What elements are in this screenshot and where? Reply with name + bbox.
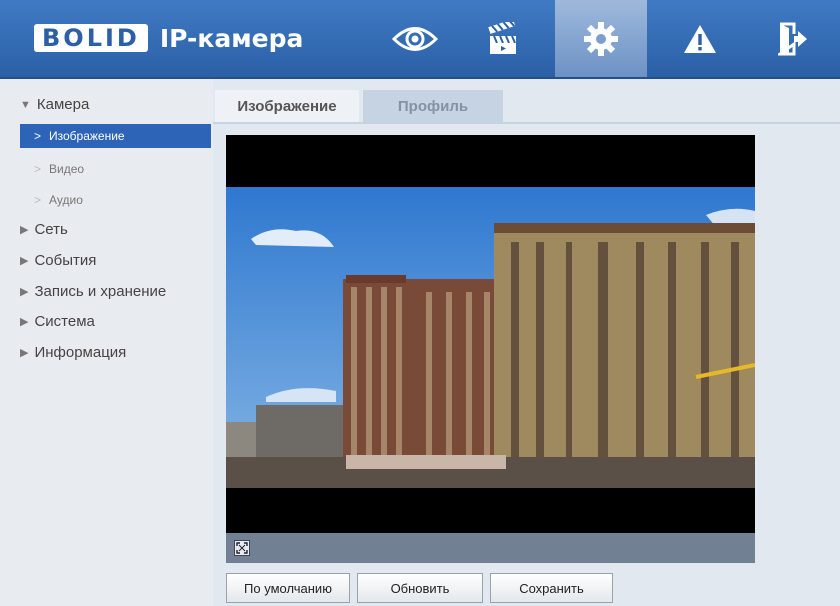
sidebar-section-label: Сеть bbox=[34, 221, 68, 238]
tab-image[interactable]: Изображение bbox=[215, 90, 359, 122]
triangle-right-icon: ▶ bbox=[20, 255, 29, 267]
triangle-right-icon: ▶ bbox=[20, 286, 29, 298]
tab-profile[interactable]: Профиль bbox=[363, 90, 503, 122]
refresh-button[interactable]: Обновить bbox=[357, 573, 483, 603]
chevron-right-icon: > bbox=[34, 129, 42, 143]
sidebar-section-storage[interactable]: ▶ Запись и хранение bbox=[20, 283, 166, 300]
save-button[interactable]: Сохранить bbox=[490, 573, 613, 603]
sidebar-item-label: Видео bbox=[49, 162, 85, 176]
clapperboard-icon bbox=[487, 21, 516, 54]
sidebar-section-label: События bbox=[34, 252, 97, 269]
sidebar-section-system[interactable]: ▶ Система bbox=[20, 313, 95, 330]
sidebar-section-label: Камера bbox=[36, 96, 90, 113]
triangle-right-icon: ▶ bbox=[20, 224, 29, 236]
default-button[interactable]: По умолчанию bbox=[226, 573, 350, 603]
sidebar: ▼ Камера > Изображение > Видео > Аудио ▶… bbox=[0, 79, 213, 606]
nav-settings[interactable] bbox=[555, 0, 647, 77]
sidebar-section-label: Система bbox=[34, 313, 95, 330]
sidebar-item-label: Аудио bbox=[49, 193, 83, 207]
gear-icon bbox=[584, 21, 618, 56]
triangle-right-icon: ▶ bbox=[20, 347, 29, 359]
sidebar-section-label: Информация bbox=[34, 344, 127, 361]
camera-feed-image bbox=[226, 187, 755, 488]
eye-icon bbox=[392, 26, 438, 51]
nav-logout[interactable] bbox=[765, 0, 820, 77]
main-content: Изображение Профиль По умолчанию Обновит… bbox=[213, 79, 840, 606]
logo: BOLID IP-камера bbox=[34, 23, 303, 53]
video-preview[interactable] bbox=[226, 135, 755, 533]
nav-playback[interactable] bbox=[475, 0, 530, 77]
logout-icon bbox=[777, 22, 807, 55]
sidebar-section-events[interactable]: ▶ События bbox=[20, 252, 96, 269]
fullscreen-button[interactable] bbox=[234, 540, 250, 556]
sidebar-item-audio[interactable]: > Аудио bbox=[20, 188, 211, 212]
top-bar: BOLID IP-камера bbox=[0, 0, 840, 79]
sidebar-section-network[interactable]: ▶ Сеть bbox=[20, 221, 68, 238]
nav-live-view[interactable] bbox=[380, 0, 450, 77]
sidebar-item-label: Изображение bbox=[49, 129, 125, 143]
sidebar-item-video[interactable]: > Видео bbox=[20, 157, 211, 181]
fullscreen-icon bbox=[236, 542, 248, 554]
triangle-right-icon: ▶ bbox=[20, 316, 29, 328]
app-title: IP-камера bbox=[159, 23, 304, 53]
logo-mark: BOLID bbox=[34, 24, 148, 52]
chevron-right-icon: > bbox=[34, 193, 42, 207]
tab-divider bbox=[213, 122, 840, 124]
triangle-down-icon: ▼ bbox=[20, 98, 31, 111]
sidebar-section-label: Запись и хранение bbox=[34, 283, 167, 300]
sidebar-item-image[interactable]: > Изображение bbox=[20, 124, 211, 148]
sidebar-section-info[interactable]: ▶ Информация bbox=[20, 344, 126, 361]
sidebar-section-camera[interactable]: ▼ Камера bbox=[20, 96, 89, 113]
warning-icon bbox=[684, 24, 716, 53]
chevron-right-icon: > bbox=[34, 162, 42, 176]
nav-alarm[interactable] bbox=[670, 0, 730, 77]
video-toolbar bbox=[226, 533, 755, 563]
